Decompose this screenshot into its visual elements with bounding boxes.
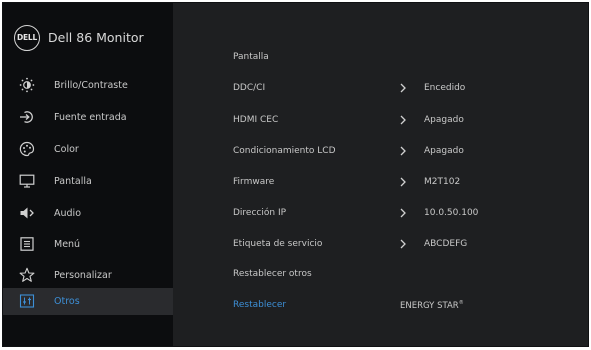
menu-item-ip-address[interactable]: Dirección IP (233, 208, 286, 218)
chevron-right-icon (400, 146, 406, 156)
menu-item-ddc-ci[interactable]: DDC/CI (233, 83, 265, 93)
input-source-icon (20, 111, 33, 123)
menu-item-hdmi-cec[interactable]: HDMI CEC (233, 115, 278, 125)
sidebar-item-personalize[interactable]: Personalizar (3, 262, 173, 289)
menu-icon (20, 237, 34, 251)
color-palette-icon (19, 141, 35, 157)
monitor-osd-menu: DELL Dell 86 Monitor Brillo/Contraste Fu… (2, 2, 589, 347)
menu-item-factory-reset[interactable]: Restablecer (233, 300, 286, 310)
chevron-right-icon (400, 177, 406, 187)
ip-address-value: 10.0.50.100 (424, 208, 479, 218)
ddc-ci-value: Encedido (424, 83, 466, 93)
sidebar-item-display[interactable]: Pantalla (3, 168, 173, 195)
energy-star-label: ENERGY STAR® (400, 300, 464, 311)
speaker-icon (20, 207, 34, 219)
dell-logo: DELL (14, 25, 40, 51)
service-tag-value: ABCDEFG (424, 239, 468, 249)
menu-item-lcd-conditioning[interactable]: Condicionamiento LCD (233, 146, 336, 156)
sidebar-item-label: Audio (54, 208, 82, 219)
energy-star-text: ENERGY STAR (400, 300, 459, 311)
sidebar-item-menu[interactable]: Menú (3, 231, 173, 258)
brightness-icon (19, 77, 35, 93)
menu-item-pantalla[interactable]: Pantalla (233, 52, 269, 62)
menu-item-reset-others[interactable]: Restablecer otros (233, 269, 312, 279)
brand-header: DELL Dell 86 Monitor (3, 3, 173, 65)
chevron-right-icon (400, 115, 406, 125)
display-icon (19, 174, 35, 188)
energy-star-mark: ® (458, 300, 464, 306)
lcd-conditioning-value: Apagado (424, 146, 464, 156)
chevron-right-icon (400, 239, 406, 249)
menu-item-service-tag[interactable]: Etiqueta de servicio (233, 239, 322, 249)
sidebar-item-others[interactable]: Otros (3, 288, 173, 315)
star-icon (19, 267, 35, 282)
chevron-right-icon (400, 208, 406, 218)
sidebar-item-label: Color (54, 144, 79, 155)
hdmi-cec-value: Apagado (424, 115, 464, 125)
model-name: Dell 86 Monitor (48, 30, 144, 45)
others-icon (19, 294, 35, 308)
sidebar-item-input-source[interactable]: Fuente entrada (3, 104, 173, 131)
sidebar-item-label: Pantalla (54, 176, 92, 187)
sidebar-item-label: Brillo/Contraste (54, 80, 128, 91)
sidebar-item-label: Fuente entrada (54, 112, 127, 123)
sidebar-item-color[interactable]: Color (3, 136, 173, 163)
menu-item-firmware[interactable]: Firmware (233, 177, 274, 187)
sidebar-item-brightness-contrast[interactable]: Brillo/Contraste (3, 72, 173, 99)
sidebar-item-label: Personalizar (54, 270, 112, 281)
sidebar-item-label: Menú (54, 239, 81, 250)
sidebar-item-label: Otros (54, 296, 80, 307)
sidebar-item-audio[interactable]: Audio (3, 200, 173, 227)
firmware-value: M2T102 (424, 177, 461, 187)
sidebar: DELL Dell 86 Monitor Brillo/Contraste Fu… (3, 3, 173, 346)
chevron-right-icon (400, 83, 406, 93)
